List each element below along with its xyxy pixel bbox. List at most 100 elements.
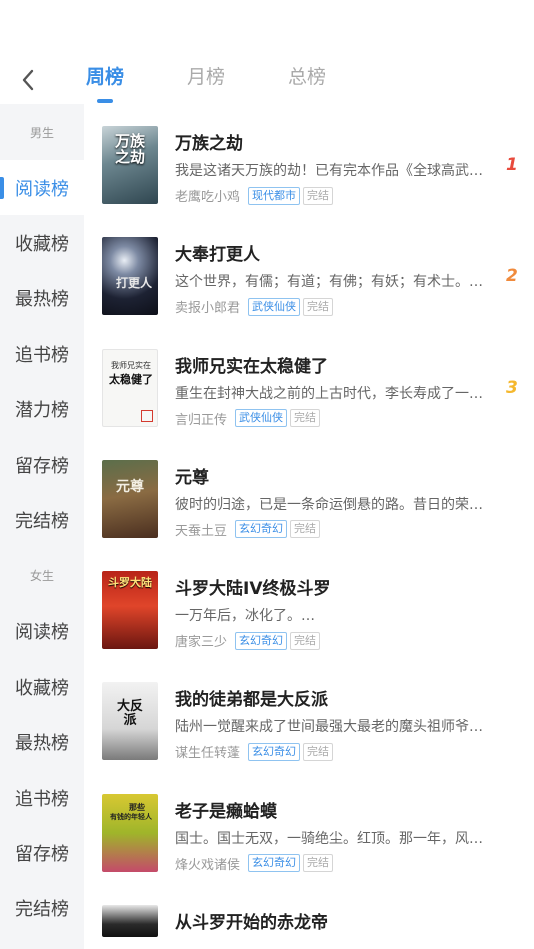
period-tabs: 周榜 月榜 总榜 [86, 62, 389, 103]
sidebar-item-female-read[interactable]: 阅读榜 [0, 604, 84, 659]
active-tab-indicator [97, 99, 113, 103]
genre-tag: 玄幻奇幻 [235, 520, 288, 539]
list-item[interactable]: 那些 有钱的年轻人 老子是癞蛤蟆 国士。国士无双，一骑绝尘。红顶。那一年，风… … [84, 772, 534, 883]
cover-subtitle: 我师兄实在 [111, 360, 151, 370]
rank-number: 1 [506, 155, 518, 175]
book-description: 彼时的归途，已是一条命运倒悬的路。昔日的荣… [175, 496, 483, 513]
book-meta: 言归正传 武侠仙侠 完结 [175, 409, 321, 428]
book-author: 烽火戏诸侯 [175, 857, 241, 873]
book-title: 老子是癞蛤蟆 [175, 801, 277, 822]
list-item[interactable]: 万族之劫 万族之劫 我是这诸天万族的劫！已有完本作品《全球高武》… 老鹰吃小鸡 … [84, 104, 534, 215]
rank-number: 2 [506, 266, 518, 287]
book-title: 万族之劫 [175, 134, 243, 154]
book-description: 陆州一觉醒来成了世间最强大最老的魔头祖师爷… [175, 719, 483, 736]
tab-label: 月榜 [187, 66, 226, 88]
list-item[interactable]: 元尊 元尊 彼时的归途，已是一条命运倒悬的路。昔日的荣… 天蚕土豆 玄幻奇幻 完… [84, 438, 534, 549]
book-author: 天蚕土豆 [175, 523, 228, 539]
genre-tag: 玄幻奇幻 [248, 854, 301, 873]
book-meta: 老鹰吃小鸡 现代都市 完结 [175, 186, 334, 205]
book-author: 老鹰吃小鸡 [175, 190, 241, 205]
status-tag: 完结 [303, 297, 334, 316]
sidebar-group-male: 男生 [29, 125, 54, 140]
genre-tag: 武侠仙侠 [235, 409, 288, 428]
book-cover[interactable]: 万族之劫 [102, 126, 158, 204]
book-description: 重生在封神大战之前的上古时代，李长寿成了一… [175, 385, 483, 402]
book-cover[interactable]: 那些 有钱的年轻人 [102, 793, 158, 872]
tab-label: 总榜 [288, 66, 327, 88]
tab-label: 周榜 [86, 66, 125, 88]
sidebar-item-male-potential[interactable]: 潜力榜 [0, 382, 84, 437]
status-tag: 完结 [290, 631, 321, 650]
status-tag: 完结 [303, 186, 334, 205]
cover-title: 太稳健了 [109, 372, 153, 386]
tab-total[interactable]: 总榜 [288, 62, 389, 102]
genre-tag: 玄幻奇幻 [235, 631, 288, 650]
list-item[interactable]: 从斗罗开始的赤龙帝 [84, 883, 534, 949]
sidebar-item-female-finished[interactable]: 完结榜 [0, 881, 84, 936]
book-author: 谋生任转蓬 [175, 746, 241, 762]
list-item[interactable]: 斗罗大陆 斗罗大陆IV终极斗罗 一万年后，冰化了。… 唐家三少 玄幻奇幻 完结 [84, 549, 534, 660]
sidebar-item-male-finished[interactable]: 完结榜 [0, 492, 84, 547]
book-description: 这个世界，有儒；有道；有佛；有妖；有术士。… [175, 274, 483, 291]
book-cover[interactable]: 斗罗大陆 [102, 571, 158, 650]
sidebar-item-male-hot[interactable]: 最热榜 [0, 271, 84, 326]
book-title: 我师兄实在太稳健了 [175, 356, 328, 377]
rank-number: 3 [506, 377, 518, 398]
genre-tag: 武侠仙侠 [248, 297, 301, 316]
sidebar-item-female-collect[interactable]: 收藏榜 [0, 659, 84, 714]
book-meta: 谋生任转蓬 玄幻奇幻 完结 [175, 742, 334, 762]
genre-tag: 现代都市 [248, 186, 301, 205]
cover-title: 万族之劫 [114, 132, 145, 166]
category-sidebar: 男生 阅读榜 收藏榜 最热榜 追书榜 潜力榜 留存榜 完结榜 女生 阅读榜 收藏… [0, 104, 84, 949]
book-author: 唐家三少 [175, 635, 228, 651]
book-title: 大奉打更人 [175, 245, 260, 266]
list-item[interactable]: 大反派 我的徒弟都是大反派 陆州一觉醒来成了世间最强大最老的魔头祖师爷… 谋生任… [84, 660, 534, 771]
list-item[interactable]: 打更人 大奉打更人 这个世界，有儒；有道；有佛；有妖；有术士。… 卖报小郎君 武… [84, 215, 534, 326]
list-item[interactable]: 我师兄实在 太稳健了 我师兄实在太稳健了 重生在封神大战之前的上古时代，李长寿成… [84, 327, 534, 438]
book-cover[interactable]: 元尊 [102, 459, 158, 538]
sidebar-group-female: 女生 [29, 569, 54, 584]
status-tag: 完结 [303, 854, 334, 873]
tab-monthly[interactable]: 月榜 [187, 62, 288, 102]
book-author: 卖报小郎君 [175, 301, 241, 317]
sidebar-item-female-retention[interactable]: 留存榜 [0, 825, 84, 880]
sidebar-item-male-read[interactable]: 阅读榜 [0, 160, 84, 216]
cover-title: 斗罗大陆 [108, 576, 152, 590]
cover-subtitle: 那些 [129, 802, 145, 812]
book-description: 我是这诸天万族的劫！已有完本作品《全球高武》… [175, 163, 490, 179]
book-title: 斗罗大陆IV终极斗罗 [175, 579, 331, 600]
cover-title: 元尊 [116, 478, 144, 495]
book-author: 言归正传 [175, 412, 228, 428]
tab-weekly[interactable]: 周榜 [86, 62, 187, 103]
book-description: 一万年后，冰化了。… [175, 608, 315, 625]
top-bar: 周榜 月榜 总榜 [0, 0, 534, 104]
book-title: 元尊 [175, 467, 209, 488]
book-cover[interactable]: 打更人 [102, 237, 158, 316]
status-tag: 完结 [290, 409, 321, 428]
book-cover[interactable]: 我师兄实在 太稳健了 [102, 348, 158, 427]
sidebar-item-male-collect[interactable]: 收藏榜 [0, 215, 84, 270]
book-description: 国士。国士无双，一骑绝尘。红顶。那一年，风… [175, 830, 483, 847]
cover-title: 有钱的年轻人 [110, 812, 152, 821]
cover-stamp [141, 409, 153, 422]
sidebar-item-male-follow[interactable]: 追书榜 [0, 326, 84, 381]
book-title: 我的徒弟都是大反派 [175, 690, 328, 711]
book-meta: 烽火戏诸侯 玄幻奇幻 完结 [175, 854, 334, 873]
chevron-left-icon [22, 69, 34, 91]
status-tag: 完结 [303, 742, 334, 761]
status-tag: 完结 [290, 520, 321, 539]
book-meta: 卖报小郎君 武侠仙侠 完结 [175, 297, 334, 317]
genre-tag: 玄幻奇幻 [248, 742, 301, 761]
book-ranking-list: 万族之劫 万族之劫 我是这诸天万族的劫！已有完本作品《全球高武》… 老鹰吃小鸡 … [84, 104, 534, 949]
back-button[interactable] [12, 64, 44, 96]
book-cover[interactable] [102, 905, 158, 938]
book-title: 从斗罗开始的赤龙帝 [175, 913, 328, 934]
book-cover[interactable]: 大反派 [102, 682, 158, 761]
sidebar-item-female-follow[interactable]: 追书榜 [0, 770, 84, 825]
sidebar-item-female-hot[interactable]: 最热榜 [0, 715, 84, 770]
book-meta: 天蚕土豆 玄幻奇幻 完结 [175, 520, 321, 539]
cover-title: 打更人 [115, 276, 152, 291]
book-meta: 唐家三少 玄幻奇幻 完结 [175, 631, 321, 651]
sidebar-item-male-retention[interactable]: 留存榜 [0, 437, 84, 492]
cover-title: 大反派 [116, 699, 143, 729]
